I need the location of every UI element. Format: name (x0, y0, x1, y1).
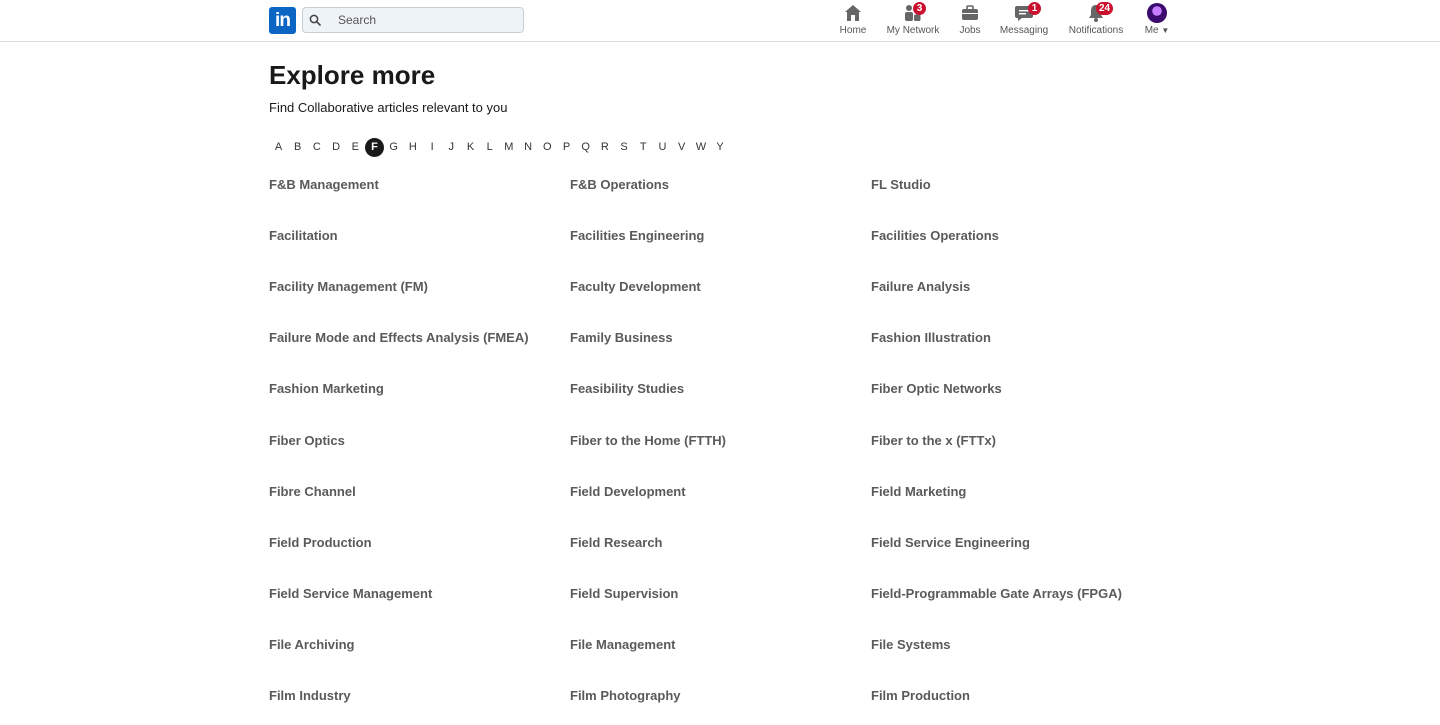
topic-link[interactable]: Film Production (871, 688, 970, 703)
topic-link[interactable]: Field Service Management (269, 586, 432, 601)
letter-l[interactable]: L (480, 138, 499, 157)
letter-c[interactable]: C (307, 138, 326, 157)
topic-link[interactable]: Facility Management (FM) (269, 279, 428, 294)
topic-link[interactable]: Fibre Channel (269, 484, 356, 499)
nav-home-label: Home (839, 25, 867, 36)
topic-link[interactable]: Field Development (570, 484, 686, 499)
topic-link[interactable]: F&B Management (269, 177, 379, 192)
global-nav: in Home 3 My Network Jobs (0, 0, 1440, 42)
topic-link[interactable]: Fashion Marketing (269, 381, 384, 396)
letter-d[interactable]: D (327, 138, 346, 157)
nav-jobs[interactable]: Jobs (957, 3, 983, 39)
topic-link[interactable]: F&B Operations (570, 177, 669, 192)
nav-my-network[interactable]: 3 My Network (884, 2, 942, 39)
letter-n[interactable]: N (519, 138, 538, 157)
network-badge: 3 (913, 2, 926, 15)
topic-link[interactable]: Field Service Engineering (871, 535, 1030, 550)
letter-e[interactable]: E (346, 138, 365, 157)
letter-s[interactable]: S (615, 138, 634, 157)
nav-me-label: Me ▼ (1145, 25, 1170, 36)
letter-q[interactable]: Q (576, 138, 595, 157)
letter-t[interactable]: T (634, 138, 653, 157)
letter-h[interactable]: H (403, 138, 422, 157)
nav-messaging[interactable]: 1 Messaging (999, 2, 1049, 39)
topic-link[interactable]: Field Production (269, 535, 372, 550)
nav-messaging-label: Messaging (999, 25, 1049, 36)
letter-i[interactable]: I (423, 138, 442, 157)
letter-y[interactable]: Y (711, 138, 730, 157)
nav-me-text: Me (1144, 25, 1159, 36)
letter-b[interactable]: B (288, 138, 307, 157)
letter-v[interactable]: V (672, 138, 691, 157)
chevron-down-icon: ▼ (1161, 26, 1170, 35)
topic-link[interactable]: Fiber Optics (269, 433, 345, 448)
notifications-badge: 24 (1096, 2, 1114, 15)
letter-w[interactable]: W (691, 138, 710, 157)
topic-link[interactable]: Feasibility Studies (570, 381, 684, 396)
topic-link[interactable]: Film Photography (570, 688, 681, 703)
home-icon (845, 5, 861, 21)
topic-link[interactable]: Fiber to the x (FTTx) (871, 433, 996, 448)
letter-p[interactable]: P (557, 138, 576, 157)
topic-link[interactable]: Film Industry (269, 688, 351, 703)
topic-link[interactable]: Fiber Optic Networks (871, 381, 1002, 396)
search-input[interactable] (338, 11, 518, 29)
topic-link[interactable]: Failure Analysis (871, 279, 970, 294)
letter-k[interactable]: K (461, 138, 480, 157)
topic-link[interactable]: File Systems (871, 637, 951, 652)
topic-link[interactable]: Field Research (570, 535, 663, 550)
topic-link[interactable]: Faculty Development (570, 279, 701, 294)
topic-link[interactable]: FL Studio (871, 177, 931, 192)
nav-notifications-label: Notifications (1068, 25, 1124, 36)
messaging-badge: 1 (1028, 2, 1041, 15)
topic-link[interactable]: Facilitation (269, 228, 338, 243)
topic-link[interactable]: Field Marketing (871, 484, 966, 499)
topic-link[interactable]: File Management (570, 637, 675, 652)
letter-u[interactable]: U (653, 138, 672, 157)
letter-m[interactable]: M (499, 138, 518, 157)
nav-home[interactable]: Home (838, 3, 868, 39)
search-bar (302, 7, 524, 33)
avatar (1147, 3, 1167, 23)
topic-link[interactable]: Field-Programmable Gate Arrays (FPGA) (871, 586, 1122, 601)
nav-me[interactable]: Me ▼ (1142, 3, 1172, 39)
letter-f[interactable]: F (365, 138, 384, 157)
nav-my-network-label: My Network (886, 25, 940, 36)
briefcase-icon (962, 5, 978, 20)
topic-link[interactable]: File Archiving (269, 637, 354, 652)
topic-link[interactable]: Field Supervision (570, 586, 678, 601)
page-subtitle: Find Collaborative articles relevant to … (269, 100, 508, 115)
nav-jobs-label: Jobs (959, 25, 981, 36)
topic-link[interactable]: Facilities Operations (871, 228, 999, 243)
linkedin-logo[interactable]: in (269, 7, 296, 34)
letter-o[interactable]: O (538, 138, 557, 157)
topic-link[interactable]: Fashion Illustration (871, 330, 991, 345)
topic-link[interactable]: Family Business (570, 330, 673, 345)
letter-r[interactable]: R (595, 138, 614, 157)
topic-link[interactable]: Facilities Engineering (570, 228, 704, 243)
letter-a[interactable]: A (269, 138, 288, 157)
topic-link[interactable]: Fiber to the Home (FTTH) (570, 433, 726, 448)
letter-g[interactable]: G (384, 138, 403, 157)
letter-j[interactable]: J (442, 138, 461, 157)
page-title: Explore more (269, 60, 436, 90)
search-icon (309, 14, 321, 26)
topic-link[interactable]: Failure Mode and Effects Analysis (FMEA) (269, 330, 529, 345)
nav-notifications[interactable]: 24 Notifications (1067, 2, 1125, 39)
